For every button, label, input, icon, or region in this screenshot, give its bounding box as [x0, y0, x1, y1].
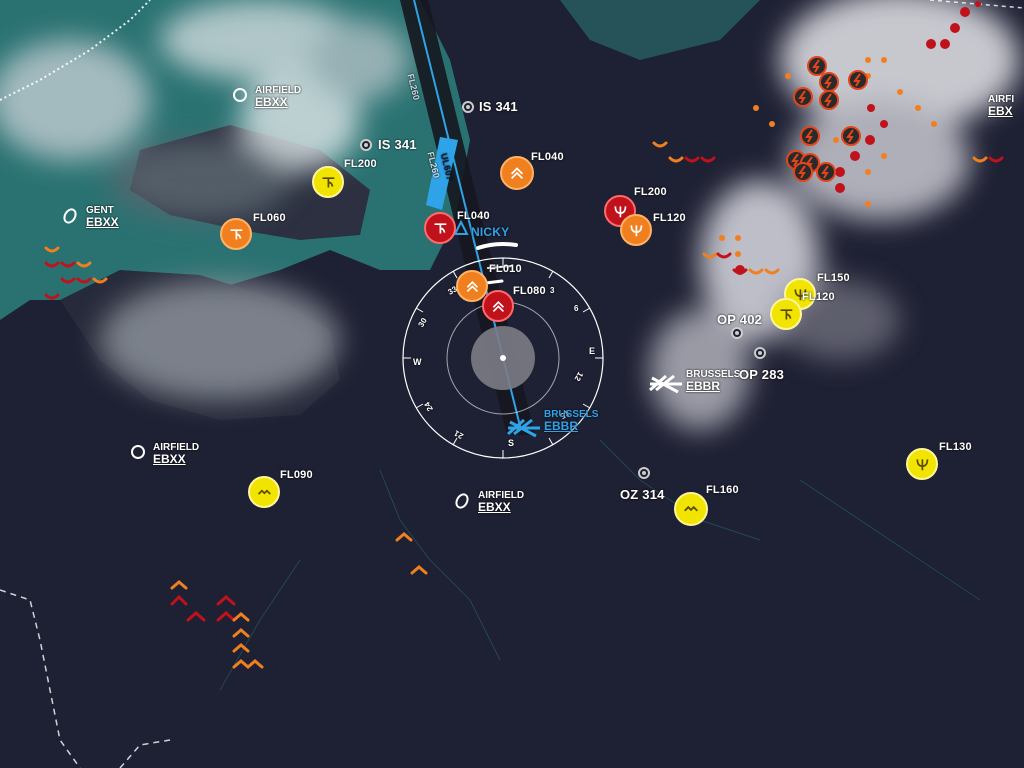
airfield-icon [131, 445, 145, 459]
vor-icon [462, 101, 474, 113]
flight-level-label: FL090 [280, 469, 313, 481]
turbulence-icon [322, 176, 334, 188]
flight-level-label: FL080 [513, 285, 546, 297]
flight-level-label: FL010 [489, 263, 522, 275]
mountain-wave-marker[interactable] [500, 156, 534, 190]
airfield-code: EBXX [255, 95, 288, 109]
airfield-code: EBX [988, 104, 1013, 118]
mountain-wave-icon [510, 167, 524, 180]
turbulence-marker[interactable] [424, 212, 456, 244]
flight-level-label: FL150 [817, 272, 850, 284]
navaid-label: OZ 314 [620, 487, 665, 502]
mountain-wave-icon [684, 505, 698, 512]
flight-level-label: FL060 [253, 212, 286, 224]
mountain-wave-marker[interactable] [674, 492, 708, 526]
icing-marker[interactable] [620, 214, 652, 246]
turbulence-marker[interactable] [220, 218, 252, 250]
mountain-wave-icon [466, 280, 478, 292]
navaid-label: OP 402 [717, 312, 763, 327]
compass-tick-6: 6 [574, 304, 579, 313]
mountain-wave-icon [257, 489, 271, 495]
flight-level-label: FL040 [531, 151, 564, 163]
route-layer [400, 0, 604, 459]
waypoint-label[interactable]: NICKY [471, 225, 509, 239]
airfield-code: EBXX [153, 452, 186, 466]
compass-west-label: W [413, 357, 422, 367]
airfield-code: EBXX [86, 215, 119, 229]
mountain-wave-marker[interactable] [482, 290, 514, 322]
compass-tick-3: 3 [550, 286, 555, 295]
airfield-icon [233, 88, 247, 102]
vor-icon [360, 139, 372, 151]
navaid-label: IS 341 [479, 99, 518, 114]
icing-icon [630, 224, 642, 236]
vor-icon [731, 327, 743, 339]
airfield-code: EBXX [478, 500, 511, 514]
mountain-wave-marker[interactable] [248, 476, 280, 508]
icing-marker[interactable] [906, 448, 938, 480]
icing-icon [916, 458, 928, 470]
vor-icon [754, 347, 766, 359]
flight-level-label: FL040 [457, 210, 490, 222]
turbulence-marker[interactable] [770, 298, 802, 330]
flight-level-label: FL200 [344, 158, 377, 170]
flight-level-label: FL120 [802, 291, 835, 303]
navaid-label: OP 283 [739, 367, 785, 382]
weather-map[interactable]: FL260 FL260 UL607 N E S W 30 33 3 6 12 1… [0, 0, 1024, 768]
airport-icon [649, 374, 682, 394]
compass-south-label: S [508, 438, 515, 448]
flight-level-label: FL200 [634, 186, 667, 198]
turbulence-icon [230, 228, 242, 240]
flight-level-label: FL120 [653, 212, 686, 224]
mountain-wave-icon [492, 300, 504, 312]
airport-code: EBBR [686, 379, 721, 393]
airport-icon [507, 418, 540, 438]
compass-east-label: E [589, 346, 596, 356]
navaid-label: IS 341 [378, 137, 417, 152]
turbulence-marker[interactable] [312, 166, 344, 198]
turbulence-icon [434, 222, 446, 234]
turbulence-icon [780, 308, 792, 320]
airport-code: EBBR [544, 419, 579, 433]
vor-icon [638, 467, 650, 479]
flight-level-label: FL160 [706, 484, 739, 496]
flight-level-label: FL130 [939, 441, 972, 453]
